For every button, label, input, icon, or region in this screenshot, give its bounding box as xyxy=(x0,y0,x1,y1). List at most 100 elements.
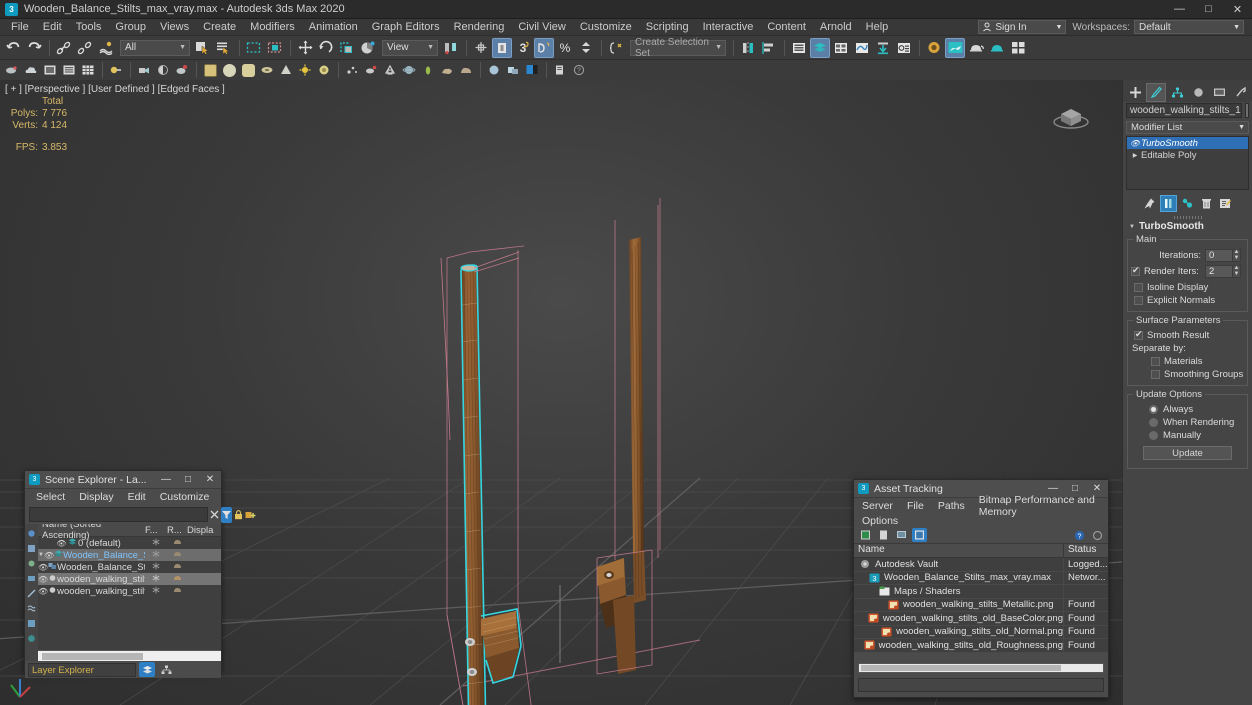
iterations-stepper[interactable]: ▲ ▼ xyxy=(1233,248,1241,262)
scene-explorer-search-input[interactable] xyxy=(29,507,208,522)
select-and-link-icon[interactable] xyxy=(54,38,74,58)
layer-explorer-icon[interactable] xyxy=(789,38,809,58)
angle-snap-toggle-icon[interactable] xyxy=(492,37,512,58)
menu-views[interactable]: Views xyxy=(153,20,196,34)
se-freeze-cell[interactable] xyxy=(145,574,167,585)
layer-mode-icon[interactable] xyxy=(139,662,155,677)
physical-camera-icon[interactable] xyxy=(173,61,191,79)
stack-item-turbosmooth[interactable]: 👁 TurboSmooth xyxy=(1127,137,1248,149)
update-manually-row[interactable]: Manually xyxy=(1131,429,1244,442)
se-bones-filter-icon[interactable] xyxy=(25,616,37,630)
select-and-scale-icon[interactable] xyxy=(337,38,357,58)
scrollbar-thumb[interactable] xyxy=(42,653,143,660)
tab-utilities[interactable] xyxy=(1230,83,1250,102)
update-manually-radio[interactable] xyxy=(1149,431,1158,440)
box-primitive-icon[interactable] xyxy=(201,61,219,79)
particle-system-icon[interactable] xyxy=(343,61,361,79)
open-file-icon[interactable] xyxy=(41,61,59,79)
select-and-rotate-icon[interactable] xyxy=(316,38,336,58)
toggle-scene-converter-icon[interactable] xyxy=(1008,38,1028,58)
rendered-frame-window-icon[interactable] xyxy=(924,38,944,58)
smoothing-groups-checkbox[interactable] xyxy=(1151,370,1160,379)
se-freeze-cell[interactable] xyxy=(145,550,167,561)
select-by-name-icon[interactable] xyxy=(214,38,234,58)
at-menu-server[interactable]: Server xyxy=(858,500,900,512)
eye-icon[interactable]: 👁 xyxy=(38,587,48,596)
tab-motion[interactable] xyxy=(1188,83,1208,102)
sign-in-button[interactable]: Sign In ▼ xyxy=(978,20,1067,34)
menu-create[interactable]: Create xyxy=(196,20,243,34)
workspace-select[interactable]: Default ▼ xyxy=(1134,20,1244,34)
window-crossing-toggle-icon[interactable] xyxy=(265,38,285,58)
isoline-display-checkbox[interactable] xyxy=(1134,283,1143,292)
at-xrefs-icon[interactable] xyxy=(894,528,909,542)
update-always-radio[interactable] xyxy=(1149,405,1158,414)
tab-create[interactable] xyxy=(1125,83,1145,102)
filter-icon[interactable] xyxy=(221,506,232,523)
se-lights-filter-icon[interactable] xyxy=(25,556,37,570)
percent-snap-3-icon[interactable]: 3 xyxy=(513,38,533,58)
se-cameras-filter-icon[interactable] xyxy=(25,571,37,585)
se-render-cell[interactable] xyxy=(167,550,187,561)
hierarchy-mode-icon[interactable] xyxy=(158,662,174,677)
menu-graph-editors[interactable]: Graph Editors xyxy=(365,20,447,34)
render-setup-icon[interactable] xyxy=(894,38,914,58)
camera-icon[interactable] xyxy=(135,61,153,79)
menu-group[interactable]: Group xyxy=(108,20,153,34)
snaps-toggle-icon[interactable] xyxy=(471,38,491,58)
omni-light-icon[interactable] xyxy=(296,61,314,79)
help-icon[interactable]: ? xyxy=(570,61,588,79)
table-row[interactable]: Maps / Shaders xyxy=(854,585,1108,599)
named-selection-set-field[interactable]: Create Selection Set ▼ xyxy=(630,37,726,59)
scene-explorer-horizontal-scrollbar[interactable] xyxy=(38,650,221,661)
table-row[interactable]: Autodesk Vault Logged... xyxy=(854,558,1108,572)
eye-icon[interactable]: 👁 xyxy=(56,539,67,548)
at-bitmaps-icon[interactable] xyxy=(876,528,891,542)
compound-object-icon[interactable] xyxy=(381,61,399,79)
object-color-swatch[interactable] xyxy=(1244,103,1249,118)
at-settings-icon[interactable] xyxy=(1090,528,1105,542)
named-selection-sets-icon[interactable] xyxy=(606,38,626,58)
menu-interactive[interactable]: Interactive xyxy=(696,20,761,34)
table-row[interactable]: 👁 wooden_walking_stilts_2 xyxy=(38,585,221,597)
menu-content[interactable]: Content xyxy=(760,20,813,34)
add-icon[interactable] xyxy=(245,507,256,523)
pin-stack-icon[interactable] xyxy=(1141,195,1158,212)
render-production-icon[interactable] xyxy=(945,37,965,58)
iterations-input[interactable]: 0 xyxy=(1205,248,1233,262)
unlink-selection-icon[interactable] xyxy=(75,38,95,58)
smooth-result-row[interactable]: Smooth Result xyxy=(1131,329,1244,342)
se-menu-select[interactable]: Select xyxy=(29,491,72,503)
isoline-display-row[interactable]: Isoline Display xyxy=(1131,281,1244,294)
at-all-assets-icon[interactable] xyxy=(912,528,927,542)
list-view-icon[interactable] xyxy=(60,61,78,79)
menu-tools[interactable]: Tools xyxy=(69,20,109,34)
scene-explorer-icon[interactable] xyxy=(810,37,830,58)
planet-icon[interactable] xyxy=(400,61,418,79)
cone-primitive-icon[interactable] xyxy=(277,61,295,79)
delete-modifier-icon[interactable] xyxy=(1198,195,1215,212)
se-groups-filter-icon[interactable] xyxy=(25,631,37,645)
smoothing-groups-row[interactable]: Smoothing Groups xyxy=(1131,368,1244,381)
se-render-cell[interactable] xyxy=(167,586,187,597)
maximize-button[interactable]: □ xyxy=(1194,0,1223,18)
modifier-list-dropdown[interactable]: Modifier List ▼ xyxy=(1126,121,1249,134)
layer-explorer-name-field[interactable]: Layer Explorer xyxy=(28,662,136,677)
se-col-render[interactable]: R... xyxy=(167,525,187,536)
rollout-turbosmooth-title[interactable]: ▼ TurboSmooth xyxy=(1123,220,1252,233)
render-iters-input[interactable]: 2 xyxy=(1205,264,1233,278)
table-row[interactable]: 👁 wooden_walking_stilts_1 xyxy=(38,573,221,585)
menu-scripting[interactable]: Scripting xyxy=(639,20,696,34)
at-col-status[interactable]: Status xyxy=(1064,544,1108,557)
menu-help[interactable]: Help xyxy=(859,20,896,34)
menu-modifiers[interactable]: Modifiers xyxy=(243,20,302,34)
at-help-icon[interactable]: ? xyxy=(1072,528,1087,542)
menu-arnold[interactable]: Arnold xyxy=(813,20,859,34)
material-sphere-icon[interactable] xyxy=(485,61,503,79)
se-helpers-filter-icon[interactable] xyxy=(25,586,37,600)
eye-icon[interactable]: 👁 xyxy=(1129,139,1141,148)
sun-positioner-icon[interactable] xyxy=(154,61,172,79)
show-end-result-icon[interactable] xyxy=(1160,194,1177,212)
se-menu-display[interactable]: Display xyxy=(72,491,120,503)
se-render-cell[interactable] xyxy=(167,562,187,573)
